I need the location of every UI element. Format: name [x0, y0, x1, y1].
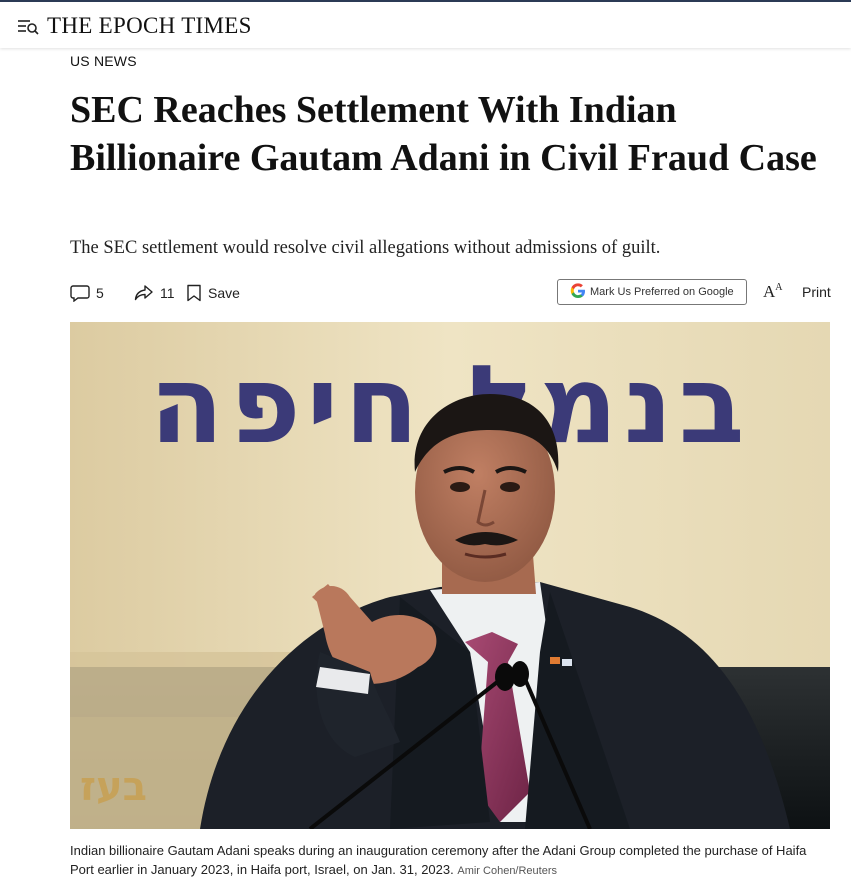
- image-caption: Indian billionaire Gautam Adani speaks d…: [70, 841, 830, 881]
- save-label: Save: [208, 285, 240, 301]
- font-size-button[interactable]: AA: [763, 282, 783, 302]
- comments-count: 5: [96, 285, 104, 301]
- comments-button[interactable]: 5: [70, 281, 104, 305]
- caption-text: Indian billionaire Gautam Adani speaks d…: [70, 843, 807, 877]
- site-logo[interactable]: THE EPOCH TIMES: [47, 13, 252, 39]
- font-size-icon: A: [763, 282, 776, 301]
- section-link[interactable]: US NEWS: [70, 53, 137, 69]
- photo-credit: Amir Cohen/Reuters: [457, 865, 558, 877]
- save-button[interactable]: Save: [186, 281, 240, 305]
- bookmark-icon: [186, 284, 202, 302]
- article-subheadline: The SEC settlement would resolve civil a…: [70, 238, 661, 258]
- google-preferred-label: Mark Us Preferred on Google: [590, 286, 734, 298]
- article-hero-image: בעז בנמל חיפה: [70, 322, 830, 829]
- google-preferred-button[interactable]: Mark Us Preferred on Google: [557, 279, 747, 305]
- article-headline: SEC Reaches Settlement With Indian Billi…: [70, 89, 817, 179]
- lower-banner-text: בעז: [80, 764, 147, 810]
- site-header: THE EPOCH TIMES: [0, 0, 851, 48]
- shares-count: 11: [160, 285, 175, 301]
- article-action-bar: 5 11 Save Mark Us Preferred on Google AA…: [70, 279, 831, 305]
- comment-icon: [70, 284, 90, 302]
- share-arrow-icon: [134, 284, 154, 302]
- menu-search-icon[interactable]: [17, 17, 39, 35]
- google-g-icon: [570, 282, 586, 302]
- share-button[interactable]: 11: [134, 281, 175, 305]
- font-size-icon-small: A: [775, 282, 783, 293]
- print-button[interactable]: Print: [802, 284, 831, 300]
